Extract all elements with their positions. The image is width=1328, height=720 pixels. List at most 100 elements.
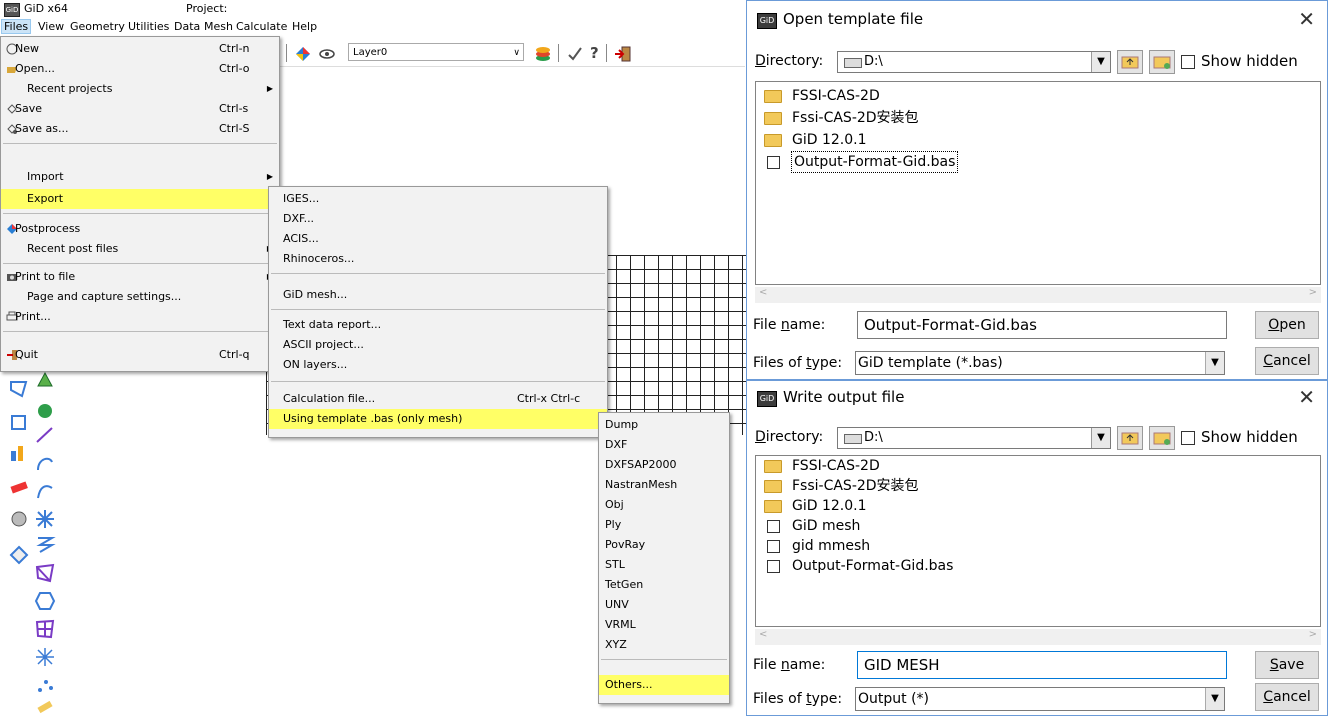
menu-item-print[interactable]: Print... bbox=[1, 307, 279, 327]
new-folder-button[interactable] bbox=[1149, 426, 1175, 450]
menu-geometry[interactable]: Geometry bbox=[70, 20, 125, 33]
export-item-acis[interactable]: ACIS... bbox=[269, 229, 607, 249]
folder-icon bbox=[764, 480, 782, 493]
surface-icon[interactable] bbox=[8, 378, 30, 400]
explode-icon[interactable] bbox=[34, 646, 56, 668]
close-icon[interactable]: ✕ bbox=[1298, 7, 1315, 31]
directory-combo[interactable]: D:\ ▼ bbox=[837, 51, 1111, 73]
up-folder-button[interactable] bbox=[1117, 426, 1143, 450]
menu-item-export[interactable]: Export bbox=[1, 189, 279, 209]
disk-icon[interactable] bbox=[8, 508, 30, 530]
menu-item-postprocess[interactable]: Postprocess bbox=[1, 219, 279, 239]
menu-utilities[interactable]: Utilities bbox=[128, 20, 169, 33]
template-item-vrml[interactable]: VRML bbox=[599, 615, 729, 635]
layers-visibility-icon[interactable] bbox=[318, 45, 336, 63]
file-icon bbox=[767, 156, 780, 169]
menu-data[interactable]: Data bbox=[174, 20, 200, 33]
open-button[interactable]: Open bbox=[1255, 311, 1319, 339]
template-item-ply[interactable]: Ply bbox=[599, 515, 729, 535]
menu-item-print-to-file[interactable]: Print to file ▶ bbox=[1, 267, 279, 287]
directory-value: D:\ bbox=[864, 430, 883, 445]
horizontal-scrollbar[interactable]: < > bbox=[755, 287, 1321, 303]
cube-icon[interactable] bbox=[8, 412, 30, 434]
help-question-icon[interactable]: ? bbox=[590, 44, 599, 62]
template-item-dxf[interactable]: DXF bbox=[599, 435, 729, 455]
show-hidden-checkbox[interactable] bbox=[1181, 431, 1195, 445]
menu-help[interactable]: Help bbox=[292, 20, 317, 33]
export-item-calculation-file[interactable]: Calculation file... Ctrl-x Ctrl-c bbox=[269, 389, 607, 409]
postprocess-toggle-icon[interactable] bbox=[294, 45, 312, 63]
file-type-combo[interactable]: GiD template (*.bas) ▼ bbox=[855, 351, 1225, 375]
bar-chart-icon[interactable] bbox=[8, 442, 30, 464]
template-item-dump[interactable]: Dump bbox=[599, 415, 729, 435]
cancel-button[interactable]: Cancel bbox=[1255, 683, 1319, 711]
up-folder-button[interactable] bbox=[1117, 50, 1143, 74]
close-icon[interactable]: ✕ bbox=[1298, 385, 1315, 409]
diamond-icon[interactable] bbox=[8, 544, 30, 566]
hexagon-icon[interactable] bbox=[34, 590, 56, 612]
menu-item-open[interactable]: Open... Ctrl-o bbox=[1, 59, 279, 79]
polyline-icon[interactable] bbox=[34, 534, 56, 556]
move-points-icon[interactable] bbox=[34, 674, 56, 696]
file-name-input[interactable]: Output-Format-Gid.bas bbox=[857, 311, 1227, 339]
mesh-quad-icon[interactable] bbox=[34, 618, 56, 640]
new-folder-icon bbox=[1153, 56, 1171, 69]
volume-icon[interactable] bbox=[34, 370, 56, 392]
menu-view[interactable]: View bbox=[38, 20, 64, 33]
exit-door-icon[interactable] bbox=[614, 45, 632, 63]
menu-item-save[interactable]: Save Ctrl-s bbox=[1, 99, 279, 119]
directory-combo[interactable]: D:\ ▼ bbox=[837, 427, 1111, 449]
check-pencil-icon[interactable] bbox=[566, 45, 584, 63]
curve-icon[interactable] bbox=[34, 452, 56, 474]
file-name-input[interactable]: GID MESH bbox=[857, 651, 1227, 679]
file-type-combo[interactable]: Output (*) ▼ bbox=[855, 687, 1225, 711]
menu-item-recent-post-files[interactable]: Recent post files ▶ bbox=[1, 239, 279, 259]
save-button[interactable]: Save bbox=[1255, 651, 1319, 679]
file-type-value: GiD template (*.bas) bbox=[858, 355, 1003, 371]
menu-item-import[interactable]: Import ▶ bbox=[1, 167, 279, 187]
menu-calculate[interactable]: Calculate bbox=[236, 20, 287, 33]
new-folder-button[interactable] bbox=[1149, 50, 1175, 74]
eraser-icon[interactable] bbox=[8, 476, 30, 498]
cancel-button[interactable]: Cancel bbox=[1255, 347, 1319, 375]
export-item-gid-mesh[interactable]: GiD mesh... bbox=[269, 285, 607, 305]
template-item-stl[interactable]: STL bbox=[599, 555, 729, 575]
export-item-ascii-project[interactable]: ASCII project... bbox=[269, 335, 607, 355]
template-item-others[interactable]: Others... bbox=[599, 675, 729, 695]
sphere-icon[interactable] bbox=[34, 400, 56, 422]
export-item-dxf[interactable]: DXF... bbox=[269, 209, 607, 229]
menu-files[interactable]: Files bbox=[0, 19, 32, 34]
export-item-text-data-report[interactable]: Text data report... bbox=[269, 315, 607, 335]
star-burst-icon[interactable] bbox=[34, 508, 56, 530]
open-dialog-title: Open template file bbox=[783, 10, 924, 28]
template-item-obj[interactable]: Obj bbox=[599, 495, 729, 515]
menu-separator bbox=[3, 213, 277, 214]
export-item-on-layers[interactable]: ON layers... bbox=[269, 355, 607, 375]
export-item-iges[interactable]: IGES... bbox=[269, 189, 607, 209]
export-item-using-template-bas[interactable]: Using template .bas (only mesh) bbox=[269, 409, 607, 429]
template-item-tetgen[interactable]: TetGen bbox=[599, 575, 729, 595]
menu-item-recent-projects[interactable]: Recent projects ▶ bbox=[1, 79, 279, 99]
layers-stack-icon[interactable] bbox=[534, 45, 552, 63]
template-item-povray[interactable]: PovRay bbox=[599, 535, 729, 555]
export-item-rhinoceros[interactable]: Rhinoceros... bbox=[269, 249, 607, 269]
show-hidden-checkbox[interactable] bbox=[1181, 55, 1195, 69]
nurbs-surface-icon[interactable] bbox=[34, 562, 56, 584]
menu-item-page-capture-settings[interactable]: Page and capture settings... bbox=[1, 287, 279, 307]
menu-item-save-as[interactable]: Save as... Ctrl-S bbox=[1, 119, 279, 139]
horizontal-scrollbar[interactable]: < > bbox=[755, 629, 1321, 645]
template-item-nastranmesh[interactable]: NastranMesh bbox=[599, 475, 729, 495]
menu-item-new[interactable]: New Ctrl-n bbox=[1, 39, 279, 59]
menu-separator bbox=[271, 273, 605, 274]
chevron-down-icon: ▼ bbox=[1205, 688, 1224, 710]
line-arrow-icon[interactable] bbox=[34, 424, 56, 446]
menu-mesh[interactable]: Mesh bbox=[204, 20, 233, 33]
template-item-unv[interactable]: UNV bbox=[599, 595, 729, 615]
layer-select[interactable]: Layer0 ∨ bbox=[348, 43, 524, 61]
template-item-xyz[interactable]: XYZ bbox=[599, 635, 729, 655]
menu-item-quit[interactable]: Quit Ctrl-q bbox=[1, 345, 279, 365]
toolbar-separator bbox=[606, 44, 607, 62]
template-item-dxfsap2000[interactable]: DXFSAP2000 bbox=[599, 455, 729, 475]
arc-icon[interactable] bbox=[34, 480, 56, 502]
pencil-icon[interactable] bbox=[34, 698, 56, 720]
